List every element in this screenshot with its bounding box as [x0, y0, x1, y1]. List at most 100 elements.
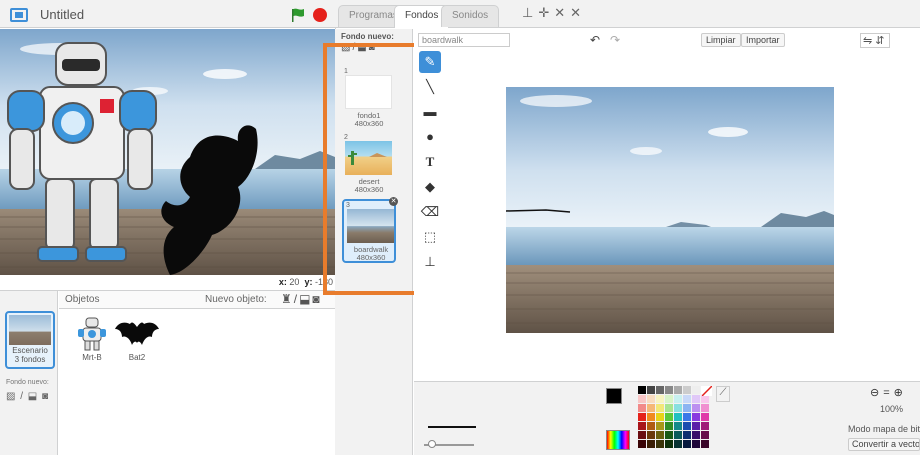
palette-swatch[interactable] [692, 440, 700, 448]
tabs-bar: Programas Fondos Sonidos [335, 0, 920, 28]
palette-swatch[interactable] [674, 386, 682, 394]
sprite-item-bat2[interactable]: Bat2 [112, 317, 162, 373]
stamp-icon[interactable]: ⊥ [419, 251, 441, 273]
palette-swatch[interactable] [683, 440, 691, 448]
palette-swatch[interactable] [656, 431, 664, 439]
palette-swatch[interactable] [638, 386, 646, 394]
palette-swatch[interactable] [638, 413, 646, 421]
new-object-label: Nuevo objeto: [205, 294, 267, 305]
palette-swatch[interactable] [647, 440, 655, 448]
drawn-line-stroke [506, 209, 571, 213]
eraser-icon[interactable]: ⌫ [419, 201, 441, 223]
line-icon[interactable]: ╲ [419, 76, 441, 98]
fullscreen-icon[interactable] [10, 8, 28, 22]
sprite-pane: Escenario 3 fondos Fondo nuevo: ▨ / ⬓ ◙ … [0, 290, 335, 455]
palette-swatch[interactable] [683, 386, 691, 394]
sprite-item-mrt-b[interactable]: Mrt-B [67, 317, 117, 373]
brush-icon[interactable]: ✎ [419, 51, 441, 73]
stage-toolbar-icons[interactable]: ⊥✛✕✕ [522, 5, 586, 21]
palette-swatch[interactable] [656, 395, 664, 403]
undo-icon[interactable]: ↶ [590, 33, 600, 47]
palette-swatch[interactable] [683, 422, 691, 430]
scene-thumbnail[interactable]: Escenario 3 fondos [5, 311, 55, 369]
palette-swatch[interactable] [692, 431, 700, 439]
zoom-controls[interactable]: ⊖=⊕ [870, 386, 907, 399]
palette-swatch[interactable] [656, 413, 664, 421]
palette-swatch[interactable] [692, 395, 700, 403]
palette-swatch[interactable] [701, 413, 709, 421]
bat-thumbnail-icon [115, 322, 159, 345]
palette-swatch[interactable] [647, 431, 655, 439]
palette-swatch[interactable] [656, 404, 664, 412]
palette-swatch[interactable] [656, 440, 664, 448]
palette-swatch[interactable] [674, 395, 682, 403]
palette-swatch[interactable] [647, 422, 655, 430]
palette-swatch[interactable] [656, 422, 664, 430]
palette-swatch[interactable] [638, 440, 646, 448]
palette-swatch[interactable] [647, 386, 655, 394]
palette-swatch[interactable] [638, 431, 646, 439]
fill-icon[interactable]: ◆ [419, 176, 441, 198]
stage-canvas[interactable] [0, 29, 335, 275]
palette-swatch[interactable] [674, 413, 682, 421]
palette-swatch[interactable] [665, 386, 673, 394]
import-button[interactable]: Importar [741, 33, 785, 47]
clear-button[interactable]: Limpiar [701, 33, 741, 47]
color-palette[interactable] [638, 386, 714, 454]
palette-swatch[interactable] [701, 404, 709, 412]
palette-swatch[interactable] [647, 413, 655, 421]
palette-swatch[interactable] [665, 422, 673, 430]
select-icon[interactable]: ⬚ [419, 226, 441, 248]
palette-swatch[interactable] [665, 431, 673, 439]
backdrop-name-field[interactable]: boardwalk [418, 33, 510, 47]
line-width-slider-knob[interactable] [428, 440, 436, 448]
palette-swatch[interactable] [647, 395, 655, 403]
palette-swatch[interactable] [665, 413, 673, 421]
palette-swatch[interactable] [638, 404, 646, 412]
text-icon[interactable]: T [419, 151, 441, 173]
palette-swatch[interactable] [692, 422, 700, 430]
backdrop-list-highlight [323, 43, 418, 295]
scene-new-backdrop-icons[interactable]: ▨ / ⬓ ◙ [6, 391, 56, 402]
palette-swatch[interactable] [701, 422, 709, 430]
scene-new-backdrop-label: Fondo nuevo: [6, 379, 49, 386]
palette-swatch[interactable] [683, 404, 691, 412]
palette-swatch[interactable] [683, 431, 691, 439]
rectangle-icon[interactable]: ▬ [419, 101, 441, 123]
palette-swatch[interactable] [665, 395, 673, 403]
palette-swatch[interactable] [656, 386, 664, 394]
palette-swatch[interactable] [665, 440, 673, 448]
palette-swatch[interactable] [683, 413, 691, 421]
palette-swatch[interactable] [692, 386, 700, 394]
palette-swatch[interactable] [647, 404, 655, 412]
palette-swatch[interactable] [638, 395, 646, 403]
palette-swatch[interactable] [674, 440, 682, 448]
paint-options-bar: ⟋ ⊖=⊕ 100% Modo mapa de bits Convertir a… [414, 381, 920, 455]
palette-swatch[interactable] [674, 422, 682, 430]
palette-swatch[interactable] [701, 395, 709, 403]
stop-icon[interactable] [313, 8, 327, 22]
tab-sonidos[interactable]: Sonidos [441, 5, 500, 27]
palette-swatch[interactable] [665, 404, 673, 412]
palette-swatch[interactable] [701, 440, 709, 448]
redo-icon[interactable]: ↷ [610, 33, 620, 47]
eyedropper-icon[interactable]: ⟋ [716, 386, 730, 402]
green-flag-icon[interactable] [291, 8, 305, 22]
new-object-icons[interactable]: ♜/⬓◙ [281, 292, 322, 306]
primary-color-swatch[interactable] [606, 388, 622, 404]
palette-swatch[interactable] [692, 413, 700, 421]
ellipse-icon[interactable]: ● [419, 126, 441, 148]
convert-to-vector-button[interactable]: Convertir a vector [848, 438, 920, 451]
palette-swatch[interactable] [692, 404, 700, 412]
new-backdrop-label: Fondo nuevo: [341, 32, 394, 41]
color-picker[interactable] [606, 430, 630, 450]
palette-swatch[interactable] [701, 431, 709, 439]
paint-editor: boardwalk ↶ ↷ Limpiar Importar ⇋⇵ ✎ ╲ ▬ … [414, 29, 920, 455]
no-color-icon[interactable] [702, 386, 712, 396]
palette-swatch[interactable] [638, 422, 646, 430]
palette-swatch[interactable] [674, 404, 682, 412]
project-title[interactable]: Untitled [40, 7, 84, 22]
palette-swatch[interactable] [683, 395, 691, 403]
flip-icons[interactable]: ⇋⇵ [860, 33, 891, 48]
palette-swatch[interactable] [674, 431, 682, 439]
